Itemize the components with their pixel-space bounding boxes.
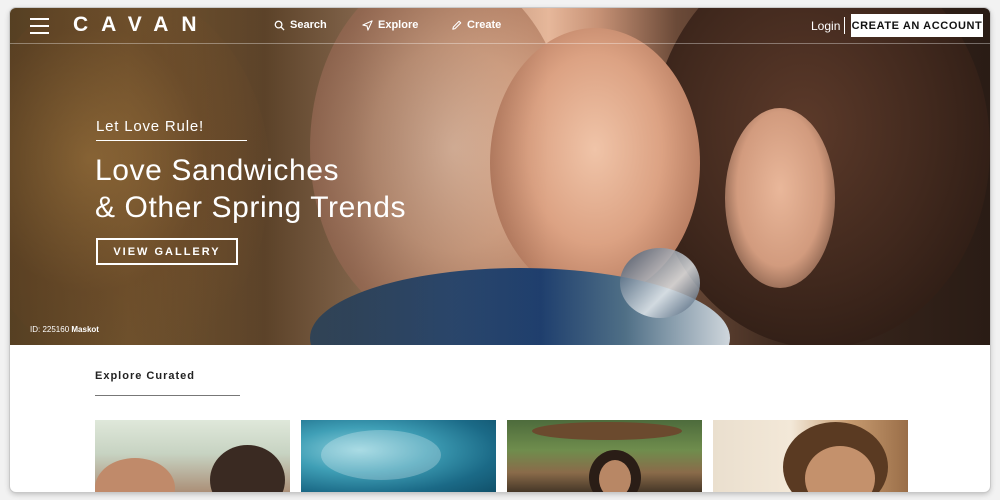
card-photo-man [210,445,285,492]
pencil-icon [452,20,462,30]
browser-page: Let Love Rule! Love Sandwiches & Other S… [10,8,990,492]
nav-explore-label: Explore [378,19,419,31]
nav-explore-link[interactable]: Explore [362,19,418,31]
card-photo-face [599,460,631,492]
curated-card-water[interactable] [301,420,496,492]
card-photo-shelf [532,422,682,440]
nav-create-link[interactable]: Create [451,19,501,31]
compass-arrow-icon [362,19,373,31]
curated-card-portrait[interactable] [713,420,908,492]
nav-divider [844,17,845,34]
image-credit: ID: 225160 Maskot [30,325,99,334]
hero-eyebrow-divider [96,140,247,141]
card-photo-water-highlight [321,430,441,480]
view-gallery-button[interactable]: VIEW GALLERY [96,238,238,265]
top-navigation: CAVAN Search Explore Create Login CREATE… [10,8,990,44]
create-account-button[interactable]: CREATE AN ACCOUNT [851,14,983,37]
search-icon [274,20,285,31]
curated-card-plant-shop[interactable] [507,420,702,492]
image-id: ID: 225160 [30,325,70,334]
nav-create-label: Create [467,19,502,31]
hero-headline: Love Sandwiches & Other Spring Trends [95,152,406,226]
card-photo-woman [95,458,175,492]
image-credit-name: Maskot [71,325,99,334]
hamburger-menu-icon[interactable] [30,18,49,34]
hero-banner: Let Love Rule! Love Sandwiches & Other S… [10,8,990,345]
curated-card-couple[interactable] [95,420,290,492]
hero-headline-line2: & Other Spring Trends [95,191,407,224]
login-link[interactable]: Login [811,19,840,33]
site-logo[interactable]: CAVAN [73,13,210,37]
explore-curated-divider [95,395,240,396]
nav-search-link[interactable]: Search [274,19,327,31]
explore-curated-title: Explore Curated [95,370,195,382]
hero-headline-line1: Love Sandwiches [95,154,340,187]
nav-search-label: Search [290,19,327,31]
hero-eyebrow: Let Love Rule! [96,118,204,135]
